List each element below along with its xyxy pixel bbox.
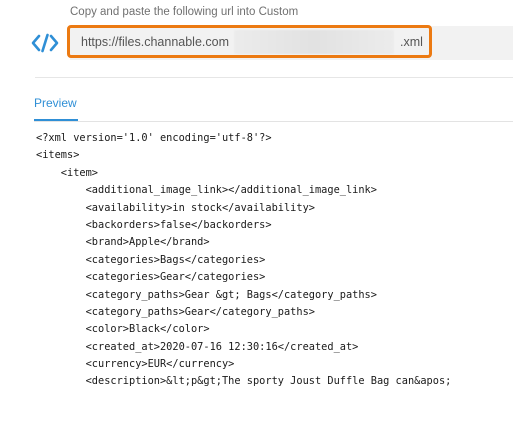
code-line: <currency>EUR</currency>	[36, 358, 235, 371]
code-line: <additional_image_link></additional_imag…	[36, 184, 377, 197]
code-line: <category_paths>Gear &gt; Bags</category…	[36, 288, 377, 301]
code-line: <items>	[36, 149, 80, 162]
url-highlight-box	[67, 25, 432, 58]
code-line: <categories>Bags</categories>	[36, 253, 266, 266]
code-brackets-icon	[30, 32, 60, 54]
section-divider	[35, 77, 513, 78]
tab-divider	[34, 121, 513, 122]
code-line: <availability>in stock</availability>	[36, 201, 315, 214]
url-caption: Copy and paste the following url into Cu…	[70, 6, 299, 18]
code-line: <categories>Gear</categories>	[36, 271, 266, 284]
code-line: <category_paths>Gear</category_paths>	[36, 305, 315, 318]
code-line: <backorders>false</backorders>	[36, 218, 272, 231]
code-line: <description>&lt;p&gt;The sporty Joust D…	[36, 375, 452, 388]
code-line: <brand>Apple</brand>	[36, 236, 210, 249]
code-line: <?xml version='1.0' encoding='utf-8'?>	[36, 132, 272, 144]
tab-preview[interactable]: Preview	[34, 96, 77, 110]
code-line: <item>	[36, 166, 98, 179]
code-line: <created_at>2020-07-16 12:30:16</created…	[36, 340, 359, 353]
code-line: <color>Black</color>	[36, 323, 210, 336]
xml-preview-code: <?xml version='1.0' encoding='utf-8'?> <i…	[36, 130, 513, 391]
